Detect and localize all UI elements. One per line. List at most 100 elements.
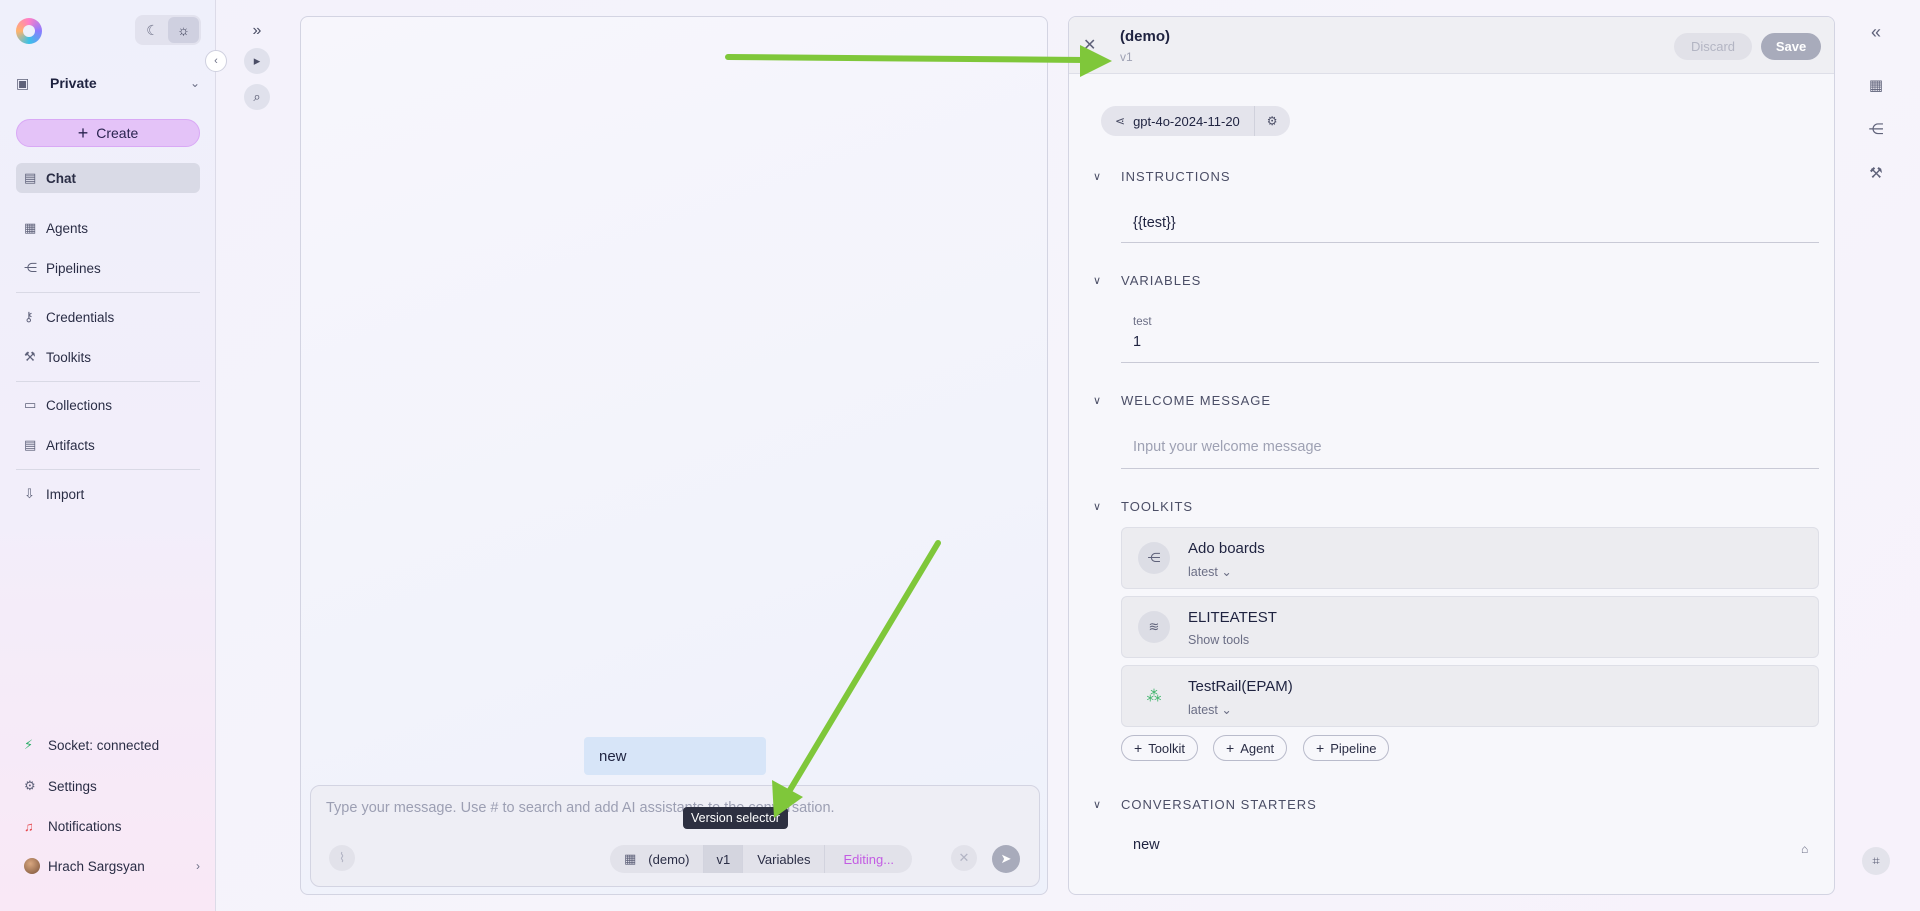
variable-test-field[interactable]: test 1 (1121, 307, 1819, 363)
search-icon[interactable]: ⌕ (244, 84, 270, 110)
agent-editor-panel: ✕ (demo) v1 Discard Save ⋖ gpt-4o-2024-1… (1068, 16, 1835, 895)
plus-icon: + (1316, 740, 1325, 756)
user-message: new (584, 737, 766, 775)
agent-chip[interactable]: ▦ (demo) (610, 845, 705, 873)
send-icon[interactable]: ➤ (992, 845, 1020, 873)
toolkit-card[interactable]: ⁂ TestRail(EPAM) latest ⌄ (1121, 665, 1819, 727)
wrench-icon: ⚒ (24, 349, 36, 364)
editing-status[interactable]: Editing... (825, 845, 912, 873)
create-button[interactable]: + Create (16, 119, 200, 147)
toolkit-name: ELITEATEST (1188, 609, 1277, 626)
notifications-label: Notifications (48, 818, 122, 834)
toolkits-section-header[interactable]: ∨ TOOLKITS (1093, 499, 1193, 514)
wrench-icon[interactable]: ⚒ (1862, 159, 1890, 187)
collapse-right-icon[interactable]: « (1862, 18, 1890, 46)
collapse-sidebar-button[interactable]: ‹ (205, 50, 227, 72)
pipeline-icon: ⋲ (1138, 542, 1170, 574)
sidebar-item-agents[interactable]: ▦ Agents (16, 213, 200, 243)
plus-icon: + (77, 123, 89, 143)
sidebar-item-toolkits[interactable]: ⚒ Toolkits (16, 342, 200, 372)
message-input[interactable] (326, 800, 1026, 816)
welcome-message-field[interactable]: Input your welcome message (1121, 427, 1819, 469)
instructions-field[interactable]: {{test}} (1121, 203, 1819, 243)
theme-toggle[interactable]: ☾ ☼ (135, 15, 201, 45)
close-icon[interactable]: ✕ (1083, 35, 1096, 55)
clean-icon[interactable]: ✕ (951, 845, 977, 871)
chevron-down-icon: ∨ (1093, 395, 1103, 407)
model-selector[interactable]: ⋖ gpt-4o-2024-11-20 ⚙ (1101, 106, 1290, 136)
agent-version: v1 (1120, 50, 1133, 64)
version-label: v1 (716, 851, 731, 867)
testrail-icon: ⁂ (1146, 688, 1162, 705)
conversation-starter[interactable]: new (1133, 837, 1160, 853)
grid-icon[interactable]: ▦ (1862, 71, 1890, 99)
expand-icon[interactable]: » (244, 18, 270, 44)
sidebar-item-label: Import (46, 486, 85, 502)
create-label: Create (96, 125, 139, 141)
settings-link[interactable]: ⚙ Settings (24, 774, 200, 798)
toolkit-card[interactable]: ⋲ Ado boards latest ⌄ (1121, 527, 1819, 589)
archive-icon: ▤ (24, 437, 37, 452)
sidebar-item-import[interactable]: ⇩ Import (16, 479, 200, 509)
app-logo[interactable] (16, 18, 42, 44)
pipeline-icon[interactable]: ⋲ (1862, 115, 1890, 143)
variables-section-header[interactable]: ∨ VARIABLES (1093, 273, 1201, 288)
avatar (24, 858, 40, 874)
toolkit-name: TestRail(EPAM) (1188, 678, 1293, 695)
pipeline-icon: ⋲ (24, 260, 37, 275)
welcome-section-header[interactable]: ∨ WELCOME MESSAGE (1093, 393, 1271, 408)
version-selector-tooltip: Version selector (683, 807, 788, 829)
trash-icon[interactable]: ⌂ (1801, 842, 1808, 856)
discard-button[interactable]: Discard (1674, 33, 1752, 60)
editing-label: Editing... (843, 851, 895, 867)
section-title: WELCOME MESSAGE (1121, 393, 1272, 408)
sidebar-item-artifacts[interactable]: ▤ Artifacts (16, 430, 200, 460)
sidebar-item-label: Artifacts (46, 437, 95, 453)
version-selector[interactable]: v1 (704, 845, 744, 873)
toolkit-card[interactable]: ≋ ELITEATEST Show tools (1121, 596, 1819, 658)
toolkit-version-select[interactable]: latest ⌄ (1188, 702, 1232, 717)
agent-chip-label: (demo) (648, 851, 690, 867)
starters-section-header[interactable]: ∨ CONVERSATION STARTERS (1093, 797, 1317, 812)
sidebar-item-credentials[interactable]: ⚷ Credentials (16, 302, 200, 332)
chat-panel: new ⌇ ▦ (demo) v1 Variables Editing... ✕… (300, 16, 1048, 895)
sun-icon[interactable]: ☼ (168, 17, 199, 43)
variable-name: test (1133, 316, 1152, 328)
add-toolkit-label: Toolkit (1148, 740, 1186, 756)
variables-button[interactable]: Variables (743, 845, 826, 873)
chevron-right-icon: › (196, 859, 200, 873)
sidebar-item-chat[interactable]: ▤ Chat (16, 163, 200, 193)
import-icon: ⇩ (24, 486, 35, 501)
add-agent-button[interactable]: + Agent (1213, 735, 1288, 761)
new-folder-icon[interactable]: ▸ (244, 48, 270, 74)
instructions-section-header[interactable]: ∨ INSTRUCTIONS (1093, 169, 1231, 184)
toolkit-version-select[interactable]: latest ⌄ (1188, 564, 1232, 579)
sidebar-item-collections[interactable]: ▭ Collections (16, 390, 200, 420)
bell-icon: ♫ (24, 818, 34, 834)
grid-icon: ▦ (24, 220, 37, 235)
welcome-placeholder: Input your welcome message (1133, 439, 1322, 455)
sidebar-item-label: Credentials (46, 309, 115, 325)
chevron-down-icon: ∨ (1093, 275, 1103, 287)
show-tools-link[interactable]: Show tools (1188, 633, 1249, 647)
broom-icon[interactable]: ⌗ (1862, 847, 1890, 875)
notifications-link[interactable]: ♫ Notifications (24, 814, 200, 838)
sidebar-item-label: Pipelines (46, 260, 101, 276)
add-toolkit-button[interactable]: + Toolkit (1121, 735, 1199, 761)
save-button[interactable]: Save (1761, 33, 1821, 60)
sidebar-item-pipelines[interactable]: ⋲ Pipelines (16, 253, 200, 283)
paperclip-icon[interactable]: ⌇ (329, 845, 355, 871)
project-selector[interactable]: ▣ Private ⌄ (16, 70, 200, 96)
user-menu[interactable]: Hrach Sargsyan › (24, 854, 200, 878)
chevron-down-icon: ∨ (1093, 501, 1103, 513)
add-pipeline-button[interactable]: + Pipeline (1303, 735, 1390, 761)
moon-icon[interactable]: ☾ (137, 17, 168, 43)
agent-name: (demo) (1120, 28, 1170, 45)
model-name: gpt-4o-2024-11-20 (1133, 113, 1240, 129)
sidebar-item-label: Agents (46, 220, 89, 236)
message-composer: ⌇ ▦ (demo) v1 Variables Editing... ✕ ➤ (310, 785, 1040, 887)
model-settings-icon[interactable]: ⚙ (1255, 106, 1290, 136)
chat-icon: ▤ (24, 170, 37, 185)
model-name-chip[interactable]: ⋖ gpt-4o-2024-11-20 (1101, 106, 1255, 136)
toolkit-version: latest (1188, 703, 1218, 717)
